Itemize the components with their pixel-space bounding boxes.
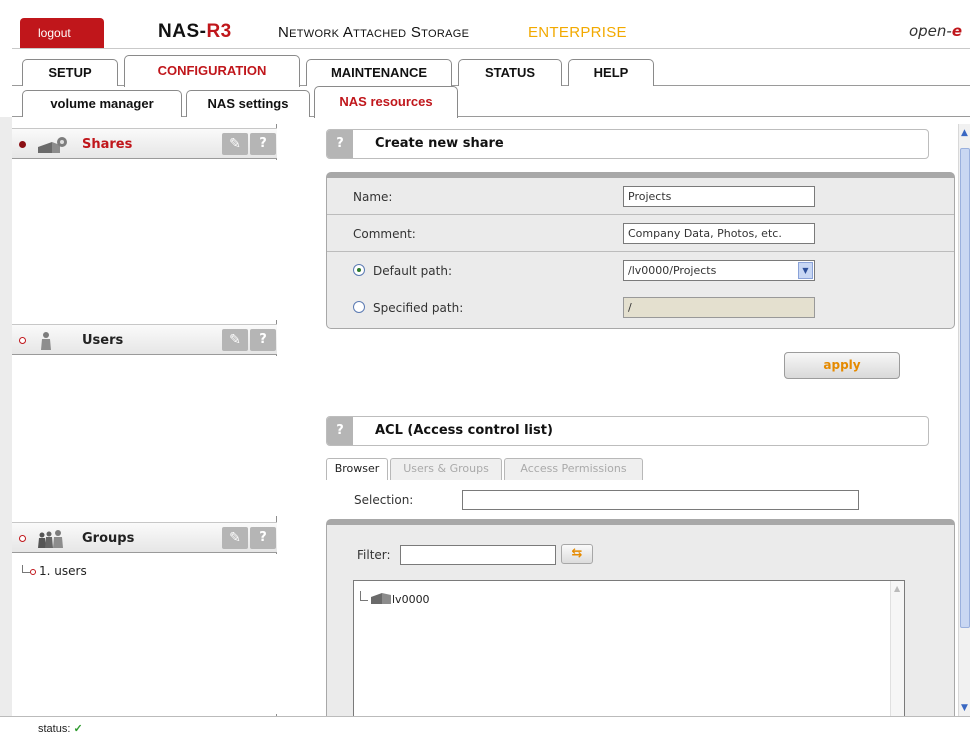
filter-label: Filter: xyxy=(357,548,391,562)
unselected-indicator-icon xyxy=(19,535,26,542)
vendor-prefix: open- xyxy=(908,22,952,40)
help-button[interactable]: ? xyxy=(327,417,353,445)
list-item[interactable]: 1. users xyxy=(22,564,87,578)
subtab-volume-manager[interactable]: volume manager xyxy=(22,90,182,117)
resource-tree: lv0000 ▲ xyxy=(353,580,905,721)
vendor-logo: open-e xyxy=(909,22,962,40)
wrench-icon[interactable]: ✎ xyxy=(222,527,248,549)
comment-row: Comment: xyxy=(327,215,954,252)
product-logo: NAS-R3 xyxy=(158,21,232,43)
node-dot-icon xyxy=(30,569,36,575)
acl-browser: Filter: ⇆ lv0000 ▲ xyxy=(326,519,955,721)
scroll-up-icon[interactable]: ▲ xyxy=(961,128,968,138)
users-section-header[interactable]: Users ✎ ? xyxy=(12,324,277,357)
logout-button[interactable]: logout xyxy=(20,18,104,48)
vendor-suffix: e xyxy=(951,22,962,40)
status-label: status: xyxy=(38,723,71,735)
selection-field[interactable] xyxy=(462,490,859,510)
edition-label: ENTERPRISE xyxy=(528,24,627,41)
shares-list xyxy=(12,160,277,320)
filter-apply-icon[interactable]: ⇆ xyxy=(561,544,593,564)
help-button[interactable]: ? xyxy=(250,329,276,351)
tab-configuration[interactable]: CONFIGURATION xyxy=(124,55,300,87)
users-list xyxy=(12,356,277,516)
default-path-select[interactable]: /lv0000/Projects ▼ xyxy=(623,260,815,281)
brand-prefix: NAS- xyxy=(158,21,207,42)
help-button[interactable]: ? xyxy=(327,130,353,158)
resources-sidebar: Shares ✎ ? Users ✎ ? Groups ✎ ? 1. users xyxy=(12,124,277,716)
filter-field[interactable] xyxy=(400,545,556,565)
shares-icon xyxy=(38,137,67,153)
tab-status[interactable]: STATUS xyxy=(458,59,562,86)
group-label: 1. users xyxy=(39,564,87,578)
checkmark-icon: ✓ xyxy=(73,723,83,735)
scroll-down-icon[interactable]: ▼ xyxy=(961,703,968,713)
page-scrollbar[interactable]: ▲ ▼ xyxy=(958,124,970,716)
unselected-indicator-icon xyxy=(19,337,26,344)
shares-title: Shares xyxy=(82,137,133,152)
subtab-nas-settings[interactable]: NAS settings xyxy=(186,90,310,117)
comment-field[interactable] xyxy=(623,223,815,244)
wrench-icon[interactable]: ✎ xyxy=(222,133,248,155)
wrench-icon[interactable]: ✎ xyxy=(222,329,248,351)
status-bar: status: ✓ xyxy=(0,716,970,740)
tree-elbow-icon xyxy=(22,565,30,573)
name-row: Name: xyxy=(327,178,954,215)
tab-help[interactable]: HELP xyxy=(568,59,654,86)
acl-header: ? ACL (Access control list) xyxy=(326,416,929,446)
create-share-form: Name: Comment: Default path: /lv0000/Pro… xyxy=(326,172,955,329)
tree-elbow-icon xyxy=(360,591,368,601)
create-share-title: Create new share xyxy=(375,136,504,151)
apply-button[interactable]: apply xyxy=(784,352,900,379)
specified-path-field[interactable] xyxy=(623,297,815,318)
default-path-value: /lv0000/Projects xyxy=(628,264,717,277)
brand-suffix: R3 xyxy=(206,21,232,42)
create-share-header: ? Create new share xyxy=(326,129,929,159)
shares-section-header[interactable]: Shares ✎ ? xyxy=(12,128,277,161)
sub-tab-bar: volume manager NAS settings NAS resource… xyxy=(0,86,970,118)
help-button[interactable]: ? xyxy=(250,527,276,549)
tab-setup[interactable]: SETUP xyxy=(22,59,118,86)
groups-icon xyxy=(38,530,63,548)
groups-section-header[interactable]: Groups ✎ ? xyxy=(12,522,277,555)
name-label: Name: xyxy=(353,190,393,204)
specified-path-row: Specified path: xyxy=(327,289,954,326)
default-path-label: Default path: xyxy=(373,264,452,278)
acl-title: ACL (Access control list) xyxy=(375,423,553,438)
user-icon xyxy=(41,332,51,350)
groups-list: 1. users xyxy=(12,554,277,714)
default-path-radio[interactable] xyxy=(353,264,365,276)
scrollbar-thumb[interactable] xyxy=(960,148,970,628)
main-tab-bar: SETUP CONFIGURATION MAINTENANCE STATUS H… xyxy=(0,55,970,87)
specified-path-radio[interactable] xyxy=(353,301,365,313)
tab-users-groups[interactable]: Users & Groups xyxy=(390,458,502,480)
selected-indicator-icon xyxy=(19,141,26,148)
specified-path-label: Specified path: xyxy=(373,301,464,315)
groups-title: Groups xyxy=(82,531,135,546)
help-button[interactable]: ? xyxy=(250,133,276,155)
default-path-row: Default path: /lv0000/Projects ▼ xyxy=(327,252,954,289)
header-divider xyxy=(12,48,970,49)
tree-scrollbar[interactable]: ▲ xyxy=(890,581,904,721)
volume-icon xyxy=(371,593,391,604)
comment-label: Comment: xyxy=(353,227,416,241)
selection-label: Selection: xyxy=(354,493,414,507)
name-field[interactable] xyxy=(623,186,815,207)
tab-browser[interactable]: Browser xyxy=(326,458,388,480)
status-indicator: status: ✓ xyxy=(38,722,83,735)
left-gutter xyxy=(0,117,12,722)
subtab-nas-resources[interactable]: NAS resources xyxy=(314,86,458,118)
chevron-down-icon[interactable]: ▼ xyxy=(798,262,813,279)
header-bar: logout NAS-R3 Network Attached Storage E… xyxy=(0,0,970,56)
product-title: Network Attached Storage xyxy=(278,24,470,41)
app-root: logout NAS-R3 Network Attached Storage E… xyxy=(0,0,970,740)
scroll-up-icon[interactable]: ▲ xyxy=(894,584,900,593)
tab-maintenance[interactable]: MAINTENANCE xyxy=(306,59,452,86)
tab-access-permissions[interactable]: Access Permissions xyxy=(504,458,643,480)
users-title: Users xyxy=(82,333,124,348)
volume-label: lv0000 xyxy=(392,593,430,606)
tree-node[interactable]: lv0000 xyxy=(360,591,430,606)
